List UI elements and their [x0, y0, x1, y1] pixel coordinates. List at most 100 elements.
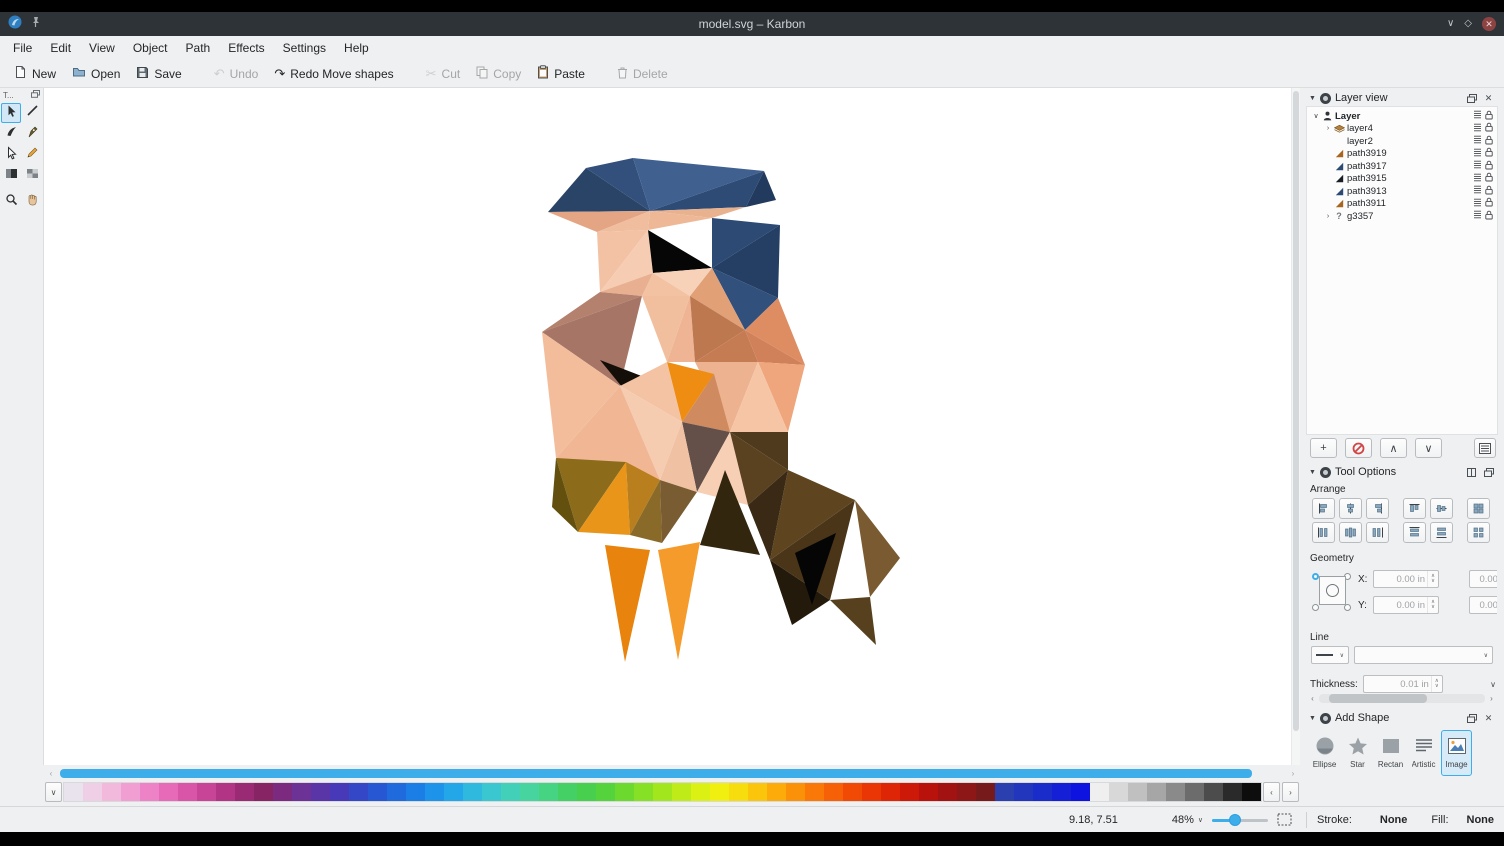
view-state-icon[interactable]: [1473, 185, 1482, 197]
delete-button[interactable]: Delete: [609, 63, 676, 85]
docker-float-icon[interactable]: [31, 90, 40, 100]
docker-float-icon[interactable]: [1482, 466, 1495, 479]
palette-swatch[interactable]: [1052, 783, 1071, 801]
pan-tool[interactable]: [22, 192, 42, 212]
palette-swatch[interactable]: [501, 783, 520, 801]
palette-swatch[interactable]: [957, 783, 976, 801]
artwork-polygon[interactable]: [605, 545, 650, 662]
palette-swatch[interactable]: [235, 783, 254, 801]
paste-button[interactable]: Paste: [529, 62, 593, 85]
shade-icon[interactable]: ∨: [1447, 19, 1454, 29]
palette-swatch[interactable]: [349, 783, 368, 801]
view-state-icon[interactable]: [1473, 173, 1482, 185]
add-layer-button[interactable]: +: [1310, 438, 1337, 458]
collapse-icon[interactable]: ▼: [1309, 715, 1316, 722]
add-shape-header[interactable]: ▼ Add Shape ✕: [1305, 710, 1499, 726]
lock-icon[interactable]: [1485, 110, 1493, 123]
palette-swatch[interactable]: [1242, 783, 1261, 801]
artwork-polygon[interactable]: [648, 230, 712, 273]
palette-swatch[interactable]: [881, 783, 900, 801]
palette-swatch[interactable]: [406, 783, 425, 801]
horizontal-scrollbar-thumb[interactable]: [60, 769, 1252, 778]
menu-effects[interactable]: Effects: [219, 38, 273, 58]
layer-row-layer2[interactable]: layer2: [1307, 135, 1497, 148]
layer-view-header[interactable]: ▼ Layer view ✕: [1305, 90, 1499, 106]
position-anchor-widget[interactable]: [1311, 567, 1353, 615]
palette-swatch[interactable]: [1204, 783, 1223, 801]
shape-edit-tool[interactable]: [1, 145, 21, 165]
anchor-top-left-radio[interactable]: [1312, 573, 1319, 580]
layer-row-path3919[interactable]: path3919: [1307, 148, 1497, 161]
layer-row-path3911[interactable]: path3911: [1307, 198, 1497, 211]
align-left-button[interactable]: [1312, 498, 1335, 519]
pen-tool[interactable]: [22, 124, 42, 144]
palette-swatch[interactable]: [900, 783, 919, 801]
line-style-combo[interactable]: ∨: [1311, 646, 1349, 664]
shape-image[interactable]: Image: [1441, 730, 1472, 776]
distribute-top-button[interactable]: [1403, 522, 1426, 543]
artwork-polygon[interactable]: [658, 542, 700, 660]
close-icon[interactable]: ✕: [1482, 17, 1496, 31]
x-spinbox[interactable]: 0.00 in∧∨: [1373, 570, 1439, 588]
anchor-center-radio[interactable]: [1326, 584, 1339, 597]
tool-options-scroll-down-icon[interactable]: ∨: [1490, 680, 1496, 689]
palette-swatch[interactable]: [596, 783, 615, 801]
open-button[interactable]: Open: [64, 63, 128, 84]
layer-row-Layer[interactable]: ∨Layer: [1307, 110, 1497, 123]
palette-swatch[interactable]: [444, 783, 463, 801]
shape-ellipse[interactable]: Ellipse: [1309, 730, 1340, 776]
palette-swatch[interactable]: [1128, 783, 1147, 801]
distribute-bottom-button[interactable]: [1430, 522, 1453, 543]
expander-icon[interactable]: ∨: [1311, 112, 1321, 120]
palette-swatch[interactable]: [558, 783, 577, 801]
save-button[interactable]: Save: [128, 63, 189, 85]
palette-swatch[interactable]: [862, 783, 881, 801]
zoom-tool[interactable]: [1, 192, 21, 212]
layer-row-path3913[interactable]: path3913: [1307, 185, 1497, 198]
layer-row-path3917[interactable]: path3917: [1307, 160, 1497, 173]
lock-icon[interactable]: [1485, 172, 1493, 185]
palette-swatch[interactable]: [805, 783, 824, 801]
calligraphy-tool[interactable]: [1, 124, 21, 144]
distribute-right-button[interactable]: [1366, 522, 1389, 543]
new-button[interactable]: New: [6, 62, 64, 85]
canvas[interactable]: [44, 88, 1300, 765]
palette-prev-button[interactable]: ‹: [1263, 782, 1280, 802]
palette-swatch[interactable]: [1033, 783, 1052, 801]
palette-swatch[interactable]: [121, 783, 140, 801]
layer-row-path3915[interactable]: path3915: [1307, 173, 1497, 186]
stroke-value[interactable]: None: [1380, 814, 1408, 826]
height-spinbox[interactable]: 0.00 in: [1469, 596, 1497, 614]
zoom-slider-thumb[interactable]: [1229, 814, 1241, 826]
palette-swatch[interactable]: [387, 783, 406, 801]
align-grid-button[interactable]: [1467, 498, 1490, 519]
palette-swatch[interactable]: [273, 783, 292, 801]
view-mode-button[interactable]: [1474, 438, 1496, 458]
maximize-icon[interactable]: ◇: [1464, 19, 1472, 29]
palette-swatch[interactable]: [615, 783, 634, 801]
palette-swatch[interactable]: [634, 783, 653, 801]
collapse-icon[interactable]: ▼: [1309, 469, 1316, 476]
palette-swatch[interactable]: [520, 783, 539, 801]
palette-swatch[interactable]: [748, 783, 767, 801]
palette-swatch[interactable]: [577, 783, 596, 801]
layer-row-layer4[interactable]: ›layer4: [1307, 123, 1497, 136]
palette-swatch[interactable]: [653, 783, 672, 801]
view-state-icon[interactable]: [1473, 160, 1482, 172]
title-bar[interactable]: model.svg – Karbon ∨ ◇ ✕: [0, 12, 1504, 36]
collapse-icon[interactable]: ▼: [1309, 95, 1316, 102]
docker-dock-icon[interactable]: [1465, 466, 1478, 479]
shape-star[interactable]: Star: [1342, 730, 1373, 776]
pattern-tool[interactable]: [22, 166, 42, 186]
scroll-right-icon[interactable]: ›: [1286, 769, 1300, 778]
raise-layer-button[interactable]: ∧: [1380, 438, 1407, 458]
lock-icon[interactable]: [1485, 160, 1493, 173]
menu-settings[interactable]: Settings: [274, 38, 335, 58]
palette-swatch[interactable]: [1071, 783, 1090, 801]
palette-swatch[interactable]: [1090, 783, 1109, 801]
menu-edit[interactable]: Edit: [41, 38, 80, 58]
align-right-button[interactable]: [1366, 498, 1389, 519]
palette-swatch[interactable]: [311, 783, 330, 801]
thickness-spinbox[interactable]: 0.01 in∧∨: [1363, 675, 1443, 693]
docker-close-icon[interactable]: ✕: [1482, 92, 1495, 105]
